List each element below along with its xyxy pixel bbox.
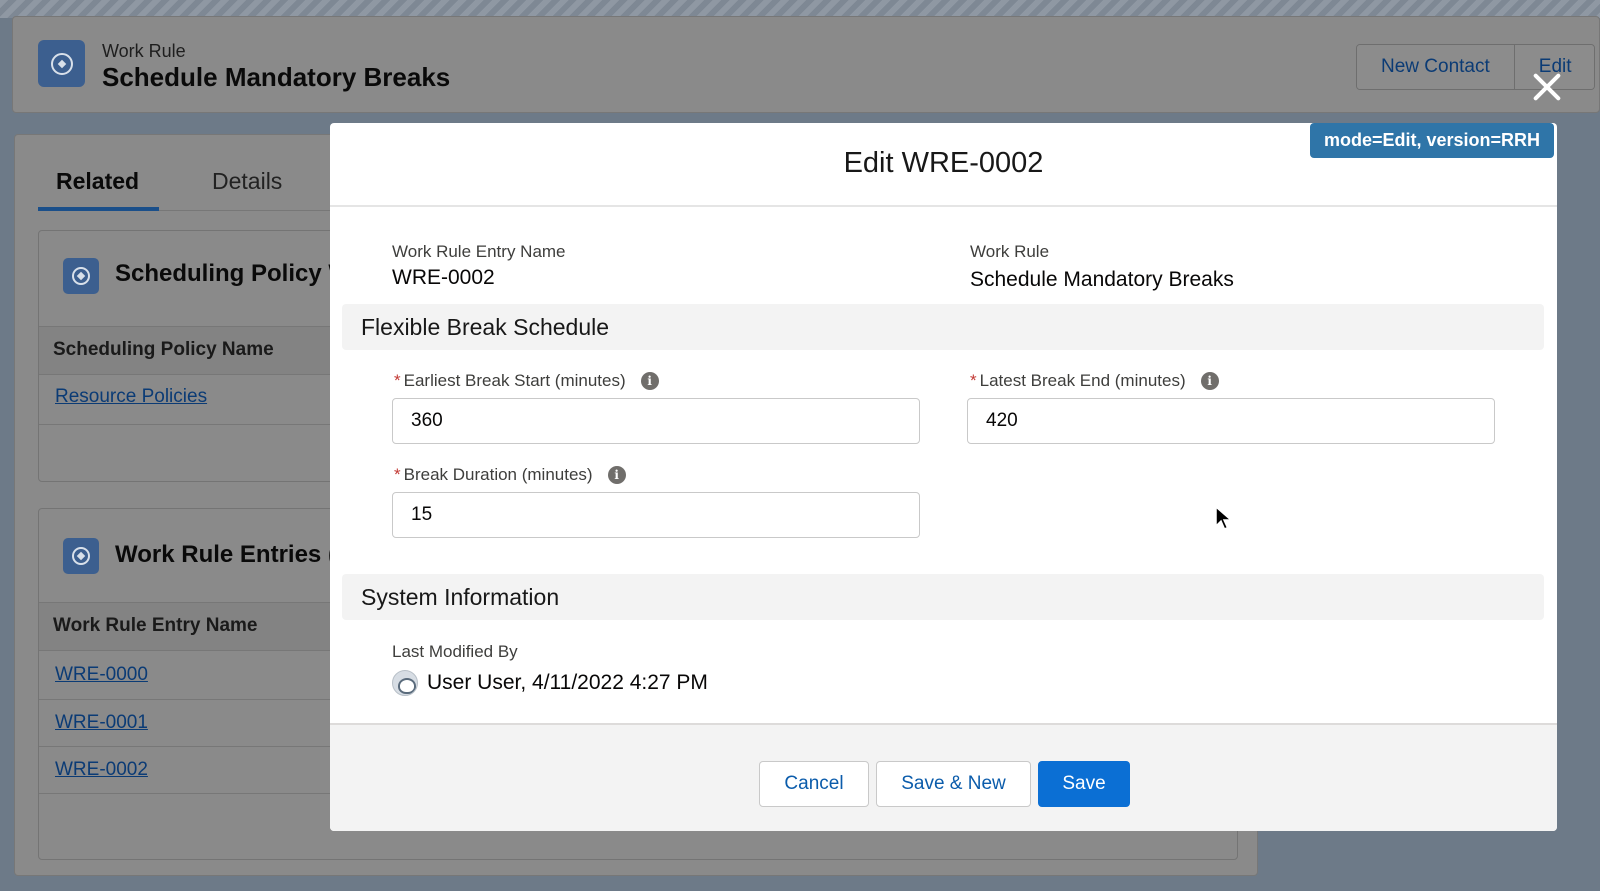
entry-link[interactable]: WRE-0002 bbox=[55, 759, 148, 781]
modal-footer: Cancel Save & New Save bbox=[330, 723, 1557, 831]
mouse-cursor-icon bbox=[1215, 506, 1233, 530]
last-modified-label: Last Modified By bbox=[392, 642, 518, 661]
section-system-information[interactable]: System Information bbox=[342, 574, 1544, 620]
edit-modal: Edit WRE-0002 Work Rule Entry Name WRE-0… bbox=[330, 123, 1557, 831]
work-rule-label: Work Rule bbox=[970, 242, 1050, 261]
object-label: Work Rule bbox=[102, 41, 186, 61]
mode-badge: mode=Edit, version=RRH bbox=[1310, 123, 1555, 158]
entry-name-label: Work Rule Entry Name bbox=[392, 242, 566, 261]
latest-break-end-label: * Latest Break End (minutes) i bbox=[970, 371, 1219, 391]
work-rule-value: Schedule Mandatory Breaks bbox=[970, 268, 1234, 291]
break-duration-input[interactable] bbox=[392, 492, 920, 538]
compass-icon bbox=[72, 267, 90, 285]
compass-icon bbox=[72, 547, 90, 565]
column-header-label[interactable]: Work Rule Entry Name bbox=[53, 615, 257, 637]
latest-break-end-input[interactable] bbox=[967, 398, 1495, 444]
required-marker: * bbox=[394, 371, 401, 390]
entry-link[interactable]: WRE-0001 bbox=[55, 712, 148, 734]
section-title: Flexible Break Schedule bbox=[361, 314, 610, 340]
info-icon[interactable]: i bbox=[1200, 372, 1219, 390]
related-list-title[interactable]: Scheduling Policy W bbox=[115, 260, 351, 288]
last-modified-value: User User, 4/11/2022 4:27 PM bbox=[427, 671, 708, 694]
field-label-text: Break Duration (minutes) bbox=[403, 465, 593, 484]
entry-link[interactable]: WRE-0000 bbox=[55, 664, 148, 686]
related-list-title[interactable]: Work Rule Entries ( bbox=[115, 541, 336, 569]
section-title: System Information bbox=[361, 584, 560, 610]
column-header-label[interactable]: Scheduling Policy Name bbox=[53, 339, 274, 361]
earliest-break-start-input[interactable] bbox=[392, 398, 920, 444]
info-icon[interactable]: i bbox=[607, 466, 626, 484]
user-avatar bbox=[392, 670, 418, 696]
field-label-text: Latest Break End (minutes) bbox=[979, 371, 1186, 390]
tab-details[interactable]: Details bbox=[212, 168, 282, 195]
required-marker: * bbox=[394, 465, 401, 484]
active-tab-indicator bbox=[38, 207, 159, 211]
tab-related[interactable]: Related bbox=[56, 168, 139, 195]
new-contact-button[interactable]: New Contact bbox=[1357, 45, 1514, 89]
save-button[interactable]: Save bbox=[1038, 761, 1130, 807]
compass-icon bbox=[50, 52, 73, 75]
close-icon[interactable] bbox=[1532, 72, 1562, 102]
break-duration-label: * Break Duration (minutes) i bbox=[394, 465, 626, 485]
required-marker: * bbox=[970, 371, 977, 390]
entry-name-value: WRE-0002 bbox=[392, 266, 495, 289]
work-rule-icon bbox=[38, 40, 85, 87]
field-label-text: Earliest Break Start (minutes) bbox=[403, 371, 626, 390]
policy-link[interactable]: Resource Policies bbox=[55, 386, 207, 408]
section-flexible-break-schedule[interactable]: Flexible Break Schedule bbox=[342, 304, 1544, 350]
save-and-new-button[interactable]: Save & New bbox=[876, 761, 1031, 807]
scheduling-policy-icon bbox=[63, 258, 99, 294]
cancel-button[interactable]: Cancel bbox=[759, 761, 869, 807]
earliest-break-start-label: * Earliest Break Start (minutes) i bbox=[394, 371, 659, 391]
record-title: Schedule Mandatory Breaks bbox=[102, 62, 451, 92]
work-rule-entries-icon bbox=[63, 538, 99, 574]
info-icon[interactable]: i bbox=[640, 372, 659, 390]
